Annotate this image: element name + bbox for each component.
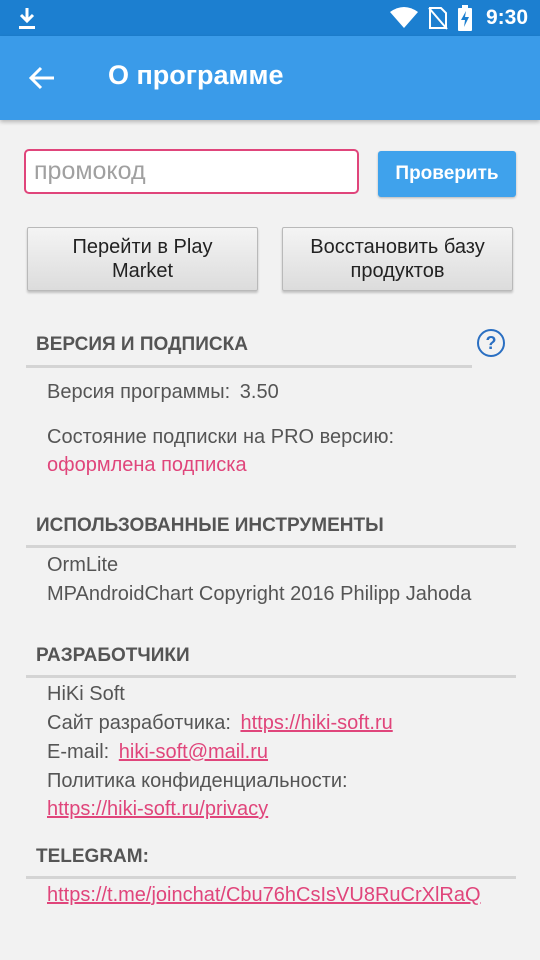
developer-site-row: Сайт разработчика: https://hiki-soft.ru (47, 712, 393, 735)
subscription-status: оформлена подписка (47, 454, 247, 476)
privacy-policy-row: https://hiki-soft.ru/privacy (47, 798, 268, 821)
developer-email-label: E-mail: (47, 741, 110, 763)
telegram-link[interactable]: https://t.me/joinchat/Cbu76hCsIsVU8RuCrX… (47, 884, 481, 906)
developer-site-label: Сайт разработчика: (47, 712, 231, 734)
open-play-market-label-line1: Перейти в Play (72, 236, 213, 258)
promo-code-input[interactable] (24, 149, 359, 194)
subscription-label: Состояние подписки на PRO версию: (47, 426, 395, 448)
open-play-market-label-line2: Market (111, 260, 174, 282)
restore-database-label: Восстановить базу продуктов (310, 235, 484, 283)
status-time: 9:30 (485, 6, 528, 29)
open-play-market-button[interactable]: Перейти в Play Market (27, 227, 258, 291)
sim-off-icon (428, 7, 448, 30)
developer-email-link[interactable]: hiki-soft@mail.ru (119, 741, 268, 763)
check-promo-button[interactable]: Проверить (378, 151, 516, 197)
privacy-policy-link[interactable]: https://hiki-soft.ru/privacy (47, 798, 268, 820)
divider (26, 545, 516, 548)
version-value: 3.50 (239, 381, 279, 403)
arrow-back-icon[interactable] (26, 62, 58, 94)
section-title-version: ВЕРСИЯ И ПОДПИСКА (36, 334, 248, 355)
section-title-tools: ИСПОЛЬЗОВАННЫЕ ИНСТРУМЕНТЫ (36, 515, 384, 536)
version-label: Версия программы: (47, 381, 231, 403)
status-icons: 9:30 (389, 0, 528, 36)
restore-database-label-line2: продуктов (350, 260, 445, 282)
developer-site-link[interactable]: https://hiki-soft.ru (240, 712, 392, 734)
divider (26, 876, 516, 879)
version-row: Версия программы: 3.50 (47, 381, 279, 404)
wifi-icon (389, 7, 418, 28)
status-bar: 9:30 (0, 0, 540, 36)
help-glyph: ? (485, 332, 497, 353)
check-promo-label: Проверить (395, 163, 499, 184)
page-title: О программе (108, 60, 284, 90)
list-item-tool: MPAndroidChart Copyright 2016 Philipp Ja… (47, 583, 472, 605)
open-play-market-label: Перейти в Play Market (73, 235, 213, 283)
developer-company: HiKi Soft (47, 683, 125, 705)
battery-charging-icon (457, 5, 472, 31)
divider (26, 675, 516, 678)
restore-database-label-line1: Восстановить базу (310, 236, 485, 258)
divider (26, 365, 472, 368)
list-item-tool: OrmLite (47, 554, 119, 576)
question-icon[interactable]: ? (477, 329, 505, 357)
section-title-developers: РАЗРАБОТЧИКИ (36, 645, 190, 666)
restore-database-button[interactable]: Восстановить базу продуктов (282, 227, 513, 291)
telegram-row: https://t.me/joinchat/Cbu76hCsIsVU8RuCrX… (47, 884, 481, 907)
privacy-policy-label: Политика конфиденциальности: (47, 770, 348, 792)
section-title-telegram: TELEGRAM: (36, 846, 149, 867)
developer-email-row: E-mail: hiki-soft@mail.ru (47, 741, 268, 764)
app-bar: О программе (0, 36, 540, 120)
download-icon (19, 8, 35, 29)
